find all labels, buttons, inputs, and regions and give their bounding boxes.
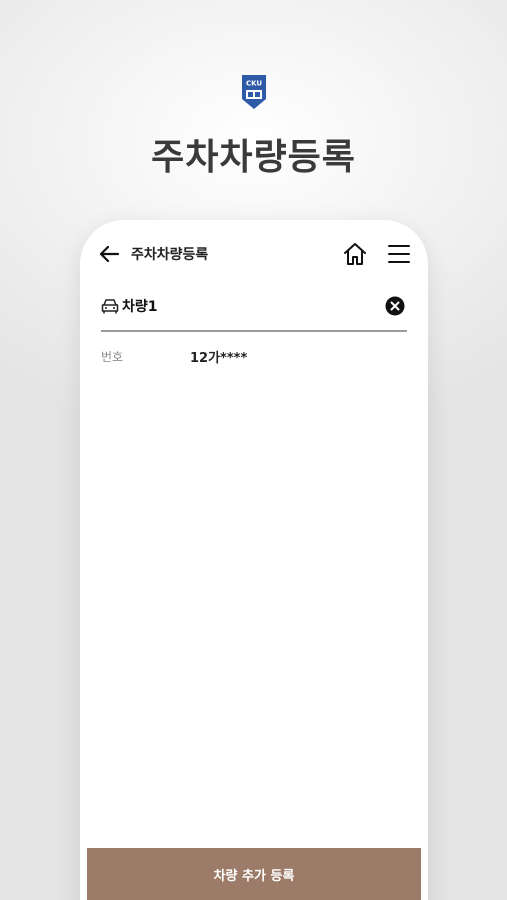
menu-icon[interactable] xyxy=(388,244,410,264)
page-title: 주차차량등록 xyxy=(131,247,209,263)
phone-frame: 주차차량등록 차량1 번호 12가**** xyxy=(80,220,428,900)
arrow-left-icon[interactable] xyxy=(98,244,120,264)
svg-text:CKU: CKU xyxy=(246,80,262,88)
hero-title: 주차차량등록 xyxy=(151,137,356,178)
vehicle-header: 차량1 xyxy=(101,290,407,332)
app-bar: 주차차량등록 xyxy=(80,220,428,288)
cku-logo: CKU xyxy=(242,75,266,109)
home-icon[interactable] xyxy=(342,242,368,266)
plate-number-label: 번호 xyxy=(101,350,124,364)
close-circle-icon[interactable] xyxy=(385,296,405,316)
plate-number-value: 12가**** xyxy=(190,351,248,366)
add-vehicle-button[interactable]: 차량 추가 등록 xyxy=(87,848,421,900)
vehicle-name: 차량1 xyxy=(122,299,158,315)
car-icon xyxy=(101,299,119,314)
